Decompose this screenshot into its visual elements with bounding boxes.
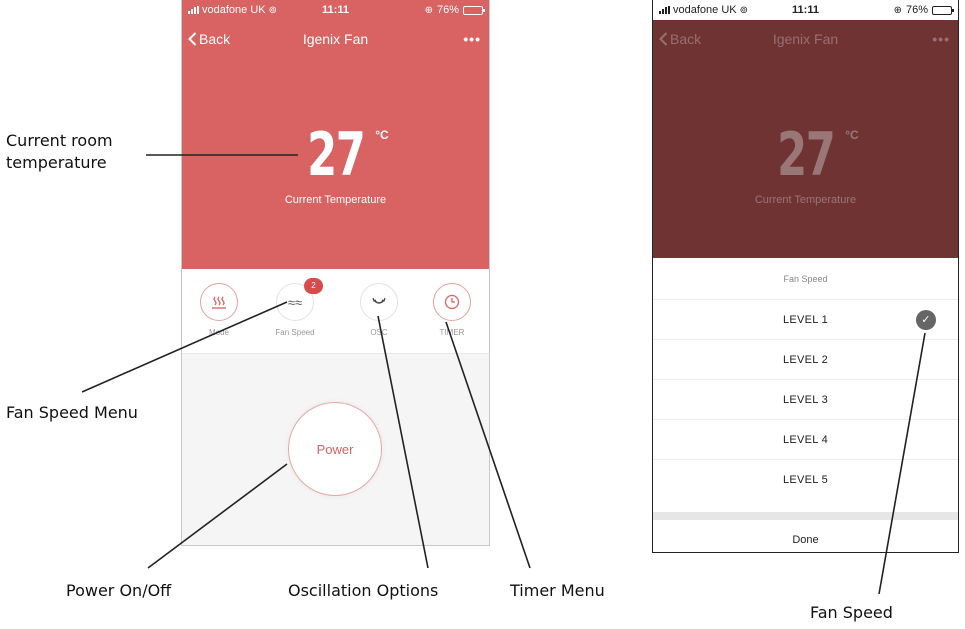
callout-current-temp: Current room temperature bbox=[6, 131, 113, 172]
current-temperature: 27 °C bbox=[182, 120, 489, 190]
back-label: Back bbox=[199, 31, 231, 47]
battery-icon bbox=[462, 5, 485, 15]
battery-percent: 76% bbox=[436, 4, 459, 16]
back-button[interactable]: Back bbox=[188, 31, 230, 47]
temperature-unit: °C bbox=[375, 128, 389, 142]
fan-speed-badge: 2 bbox=[304, 278, 323, 294]
chevron-left-icon bbox=[188, 32, 197, 46]
temperature-unit: °C bbox=[845, 128, 859, 142]
fan-level-option[interactable]: LEVEL 3 bbox=[653, 380, 958, 420]
temperature-label: Current Temperature bbox=[284, 194, 387, 206]
fan-speed-label: Fan Speed bbox=[275, 328, 315, 337]
fan-level-option[interactable]: LEVEL 1 ✓ bbox=[653, 300, 958, 340]
power-area: Power bbox=[182, 354, 489, 545]
mode-control[interactable]: Mode bbox=[189, 283, 249, 337]
back-button[interactable]: Back bbox=[659, 31, 701, 47]
fan-speed-control[interactable]: ≈≈ 2 Fan Speed bbox=[265, 278, 325, 337]
temperature-value: 27 bbox=[776, 120, 836, 190]
mode-label: Mode bbox=[208, 328, 229, 337]
more-menu-button[interactable]: ••• bbox=[463, 31, 481, 47]
fan-level-label: LEVEL 4 bbox=[782, 434, 829, 446]
signal-icon bbox=[659, 6, 670, 14]
temperature-panel: vodafone UK ⊚ 11:11 ⊕ 76% Back Igenix Fa… bbox=[182, 0, 489, 269]
callout-fan-speed: Fan Speed bbox=[810, 603, 893, 622]
wifi-icon: ⊚ bbox=[739, 4, 748, 16]
timer-control[interactable]: TIMER bbox=[422, 283, 482, 337]
heat-mode-icon bbox=[200, 283, 238, 321]
battery-icon bbox=[932, 5, 955, 15]
nav-bar: Back Igenix Fan ••• bbox=[182, 24, 489, 54]
callout-timer: Timer Menu bbox=[510, 581, 605, 600]
status-time: 11:11 bbox=[792, 4, 819, 16]
fan-level-option[interactable]: LEVEL 2 bbox=[653, 340, 958, 380]
fan-level-label: LEVEL 3 bbox=[782, 394, 829, 406]
temperature-value: 27 bbox=[306, 120, 366, 190]
signal-icon bbox=[188, 6, 199, 14]
oscillation-label: OSC bbox=[370, 328, 388, 337]
fan-level-label: LEVEL 1 bbox=[782, 314, 829, 326]
carrier-name: vodafone UK bbox=[673, 4, 737, 16]
callout-fan-speed-menu: Fan Speed Menu bbox=[6, 403, 138, 422]
sheet-title: Fan Speed bbox=[653, 258, 958, 300]
clock-icon bbox=[433, 283, 471, 321]
fan-level-option[interactable]: LEVEL 5 bbox=[653, 460, 958, 500]
back-label: Back bbox=[670, 31, 702, 47]
wifi-icon: ⊚ bbox=[268, 4, 277, 16]
checkmark-icon: ✓ bbox=[916, 310, 936, 330]
carrier-name: vodafone UK bbox=[202, 4, 266, 16]
oscillation-icon bbox=[360, 283, 398, 321]
nav-bar: Back Igenix Fan ••• bbox=[653, 24, 958, 54]
callout-oscillation: Oscillation Options bbox=[288, 581, 439, 600]
battery-percent: 76% bbox=[905, 4, 929, 16]
status-time: 11:11 bbox=[322, 4, 349, 16]
chevron-left-icon bbox=[659, 32, 668, 46]
fan-level-option[interactable]: LEVEL 4 bbox=[653, 420, 958, 460]
dimmed-temperature-panel: vodafone UK ⊚ 11:11 ⊕ 76% Back Igenix Fa… bbox=[653, 0, 958, 269]
fan-speed-screen: vodafone UK ⊚ 11:11 ⊕ 76% Back Igenix Fa… bbox=[652, 0, 959, 553]
fan-speed-sheet: Fan Speed LEVEL 1 ✓ LEVEL 2 LEVEL 3 LEVEL… bbox=[653, 258, 958, 552]
status-bar: vodafone UK ⊚ 11:11 ⊕ 76% bbox=[653, 0, 958, 20]
more-menu-button[interactable]: ••• bbox=[932, 31, 950, 47]
temperature-label: Current Temperature bbox=[754, 194, 857, 206]
rotation-lock-icon: ⊕ bbox=[424, 4, 433, 16]
timer-label: TIMER bbox=[439, 328, 465, 337]
status-bar: vodafone UK ⊚ 11:11 ⊕ 76% bbox=[182, 0, 489, 20]
current-temperature: 27 °C bbox=[653, 120, 958, 190]
fan-level-label: LEVEL 2 bbox=[782, 354, 829, 366]
fan-wind-icon: ≈≈ 2 bbox=[276, 278, 323, 321]
main-fan-screen: vodafone UK ⊚ 11:11 ⊕ 76% Back Igenix Fa… bbox=[181, 0, 490, 546]
callout-power: Power On/Off bbox=[66, 581, 172, 600]
oscillation-control[interactable]: OSC bbox=[349, 283, 409, 337]
rotation-lock-icon: ⊕ bbox=[893, 4, 902, 16]
done-button[interactable]: Done bbox=[653, 520, 958, 552]
power-button[interactable]: Power bbox=[288, 402, 382, 496]
fan-level-label: LEVEL 5 bbox=[782, 474, 829, 486]
control-bar: Mode ≈≈ 2 Fan Speed OSC TIMER bbox=[182, 269, 489, 354]
sheet-divider bbox=[653, 512, 958, 520]
